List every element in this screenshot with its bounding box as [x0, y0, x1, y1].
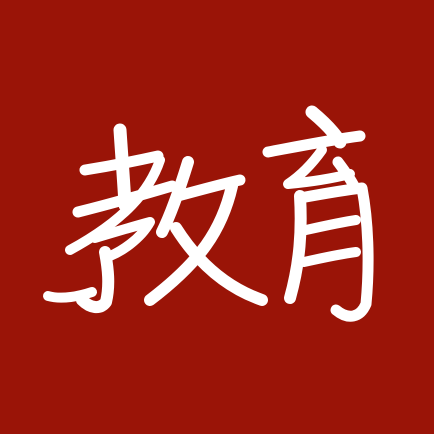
glyph-stroke	[299, 247, 361, 267]
glyph-stroke	[79, 150, 164, 176]
glyph-stroke	[301, 215, 361, 235]
calligraphy-glyph-yu	[262, 105, 374, 322]
glyph-stroke	[332, 156, 360, 192]
glyph-stroke	[262, 130, 366, 158]
glyph-stroke	[43, 287, 97, 303]
calligraphy-glyph-jiao	[43, 123, 268, 313]
app-icon	[0, 0, 434, 434]
glyph-stroke	[284, 190, 307, 304]
calligraphy-logo	[43, 105, 374, 322]
